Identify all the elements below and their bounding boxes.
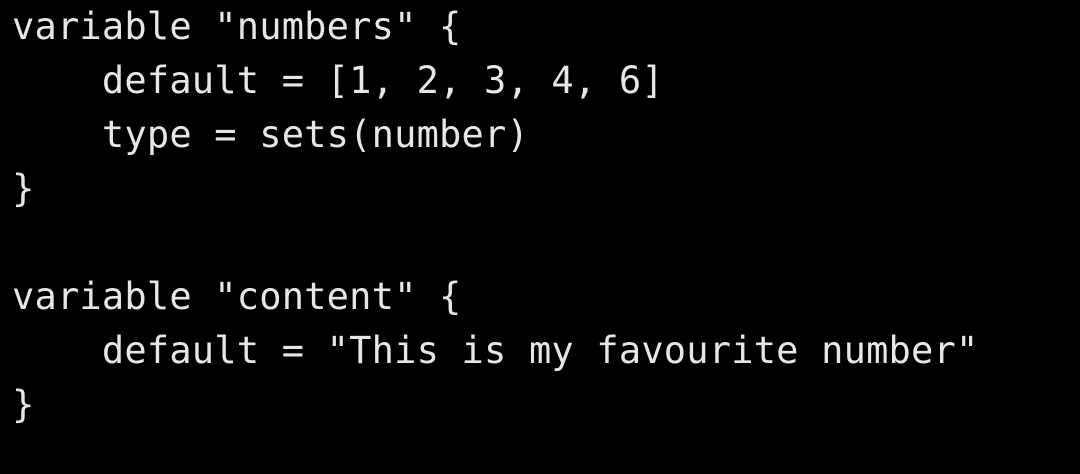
code-view[interactable]: variable "numbers" { default = [1, 2, 3,… — [12, 0, 1080, 474]
code-line-2: default = [1, 2, 3, 4, 6] — [12, 59, 664, 102]
code-line-1: variable "numbers" { — [12, 5, 462, 48]
code-line-7: default = "This is my favourite number" — [12, 329, 979, 372]
code-line-6: variable "content" { — [12, 275, 462, 318]
code-line-3: type = sets(number) — [12, 113, 529, 156]
code-line-4: } — [12, 167, 35, 210]
code-line-8: } — [12, 383, 35, 426]
